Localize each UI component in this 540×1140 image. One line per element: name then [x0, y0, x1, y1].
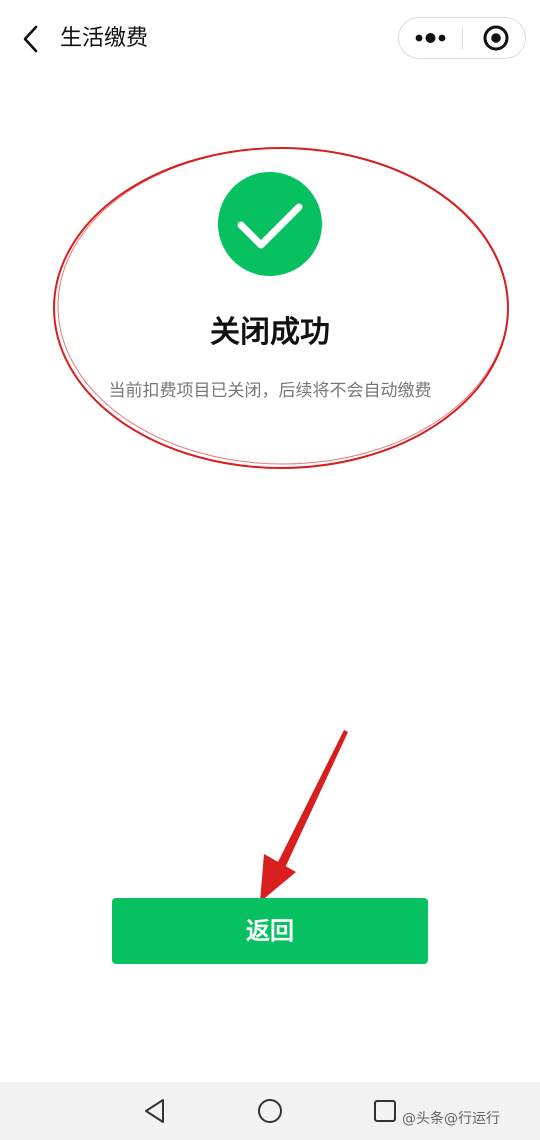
page-title: 生活缴费 — [60, 26, 149, 51]
nav-home-button[interactable] — [255, 1096, 285, 1126]
check-circle-icon — [218, 172, 322, 276]
annotation-arrow — [260, 730, 348, 902]
result-description: 当前扣费项目已关闭，后续将不会自动缴费 — [108, 381, 432, 401]
more-button[interactable] — [399, 18, 462, 58]
chevron-left-icon — [23, 25, 38, 53]
nav-recent-button[interactable] — [370, 1096, 400, 1126]
mini-program-capsule — [398, 17, 526, 59]
nav-back-button[interactable] — [140, 1096, 170, 1126]
square-recent-icon — [374, 1100, 396, 1122]
result-title: 关闭成功 — [210, 315, 330, 350]
triangle-back-icon — [145, 1099, 164, 1123]
target-circle-icon — [483, 25, 509, 51]
circle-home-icon — [258, 1099, 282, 1123]
watermark: @头条@行运行 — [402, 1111, 500, 1127]
close-miniprogram-button[interactable] — [463, 18, 526, 58]
back-button[interactable] — [14, 22, 48, 56]
return-button[interactable]: 返回 — [112, 898, 428, 964]
more-dots-icon — [415, 33, 446, 43]
top-bar: 生活缴费 — [0, 0, 540, 80]
